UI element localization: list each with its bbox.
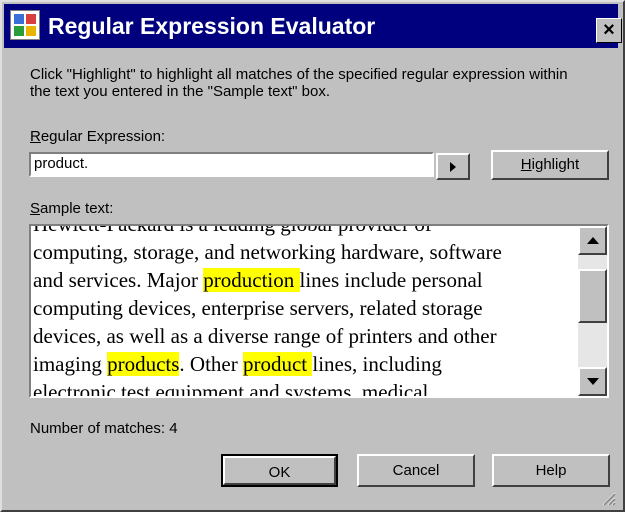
ok-label: OK <box>268 464 291 481</box>
sample-text-segment: lines include personal <box>299 268 483 292</box>
help-button[interactable]: Help <box>492 454 610 487</box>
resize-grip-icon[interactable] <box>600 490 616 506</box>
scroll-thumb[interactable] <box>578 269 607 323</box>
sample-line: imaging products. Other product lines, i… <box>33 350 575 378</box>
sample-text-segment: Hewlett-Packard is a leading global prov… <box>33 224 432 236</box>
sample-line: electronic test equipment and systems, m… <box>33 378 575 398</box>
sample-line: and services. Major production lines inc… <box>33 266 575 294</box>
match-count: Number of matches: 4 <box>30 420 178 437</box>
highlight-label-mnemonic: H <box>520 156 532 173</box>
highlight-label-post: ighlight <box>531 156 580 173</box>
sample-textarea[interactable]: Hewlett-Packard is a leading global prov… <box>29 224 609 398</box>
regex-label-mnemonic: R <box>30 128 41 145</box>
intro-text: Click "Highlight" to highlight all match… <box>30 66 568 100</box>
insert-pattern-button[interactable] <box>436 153 470 180</box>
vertical-scrollbar[interactable] <box>578 226 607 396</box>
sample-text-segment: computing, storage, and networking hardw… <box>33 240 502 264</box>
sample-line: computing devices, enterprise servers, r… <box>33 294 575 322</box>
app-icon <box>10 10 40 40</box>
sample-label-mnemonic: S <box>30 200 41 217</box>
match-highlight: products <box>107 352 180 376</box>
window-title: Regular Expression Evaluator <box>48 13 376 39</box>
ok-button[interactable]: OK <box>221 454 338 487</box>
sample-line: computing, storage, and networking hardw… <box>33 238 575 266</box>
match-highlight: production <box>203 268 300 292</box>
sample-line: devices, as well as a diverse range of p… <box>33 322 575 350</box>
arrow-up-icon <box>587 237 599 244</box>
sample-label: Sample text: <box>30 200 113 217</box>
sample-label-rest: ample text: <box>40 200 114 217</box>
sample-text-segment: and services. Major <box>33 268 204 292</box>
sample-text-content[interactable]: Hewlett-Packard is a leading global prov… <box>33 224 575 398</box>
arrow-right-icon <box>450 162 456 172</box>
sample-line: Hewlett-Packard is a leading global prov… <box>33 224 575 238</box>
scroll-down-button[interactable] <box>578 367 607 396</box>
regex-input[interactable]: product. <box>29 152 434 177</box>
sample-text-segment: electronic test equipment and systems, m… <box>33 380 429 398</box>
sample-text-segment: lines, including <box>312 352 442 376</box>
sample-text-segment: devices, as well as a diverse range of p… <box>33 324 497 348</box>
sample-text-segment: imaging <box>33 352 108 376</box>
cancel-button[interactable]: Cancel <box>357 454 475 487</box>
regex-label-rest: egular Expression: <box>40 128 166 145</box>
sample-text-segment: computing devices, enterprise servers, r… <box>33 296 483 320</box>
arrow-down-icon <box>587 378 599 385</box>
match-highlight: product <box>242 352 313 376</box>
scroll-up-button[interactable] <box>578 226 607 255</box>
regex-label: Regular Expression: <box>30 128 165 145</box>
sample-text-segment: . Other <box>179 352 243 376</box>
title-bar[interactable]: Regular Expression Evaluator × <box>4 4 622 48</box>
close-button[interactable]: × <box>596 18 622 43</box>
highlight-button[interactable]: Highlight <box>491 150 609 180</box>
